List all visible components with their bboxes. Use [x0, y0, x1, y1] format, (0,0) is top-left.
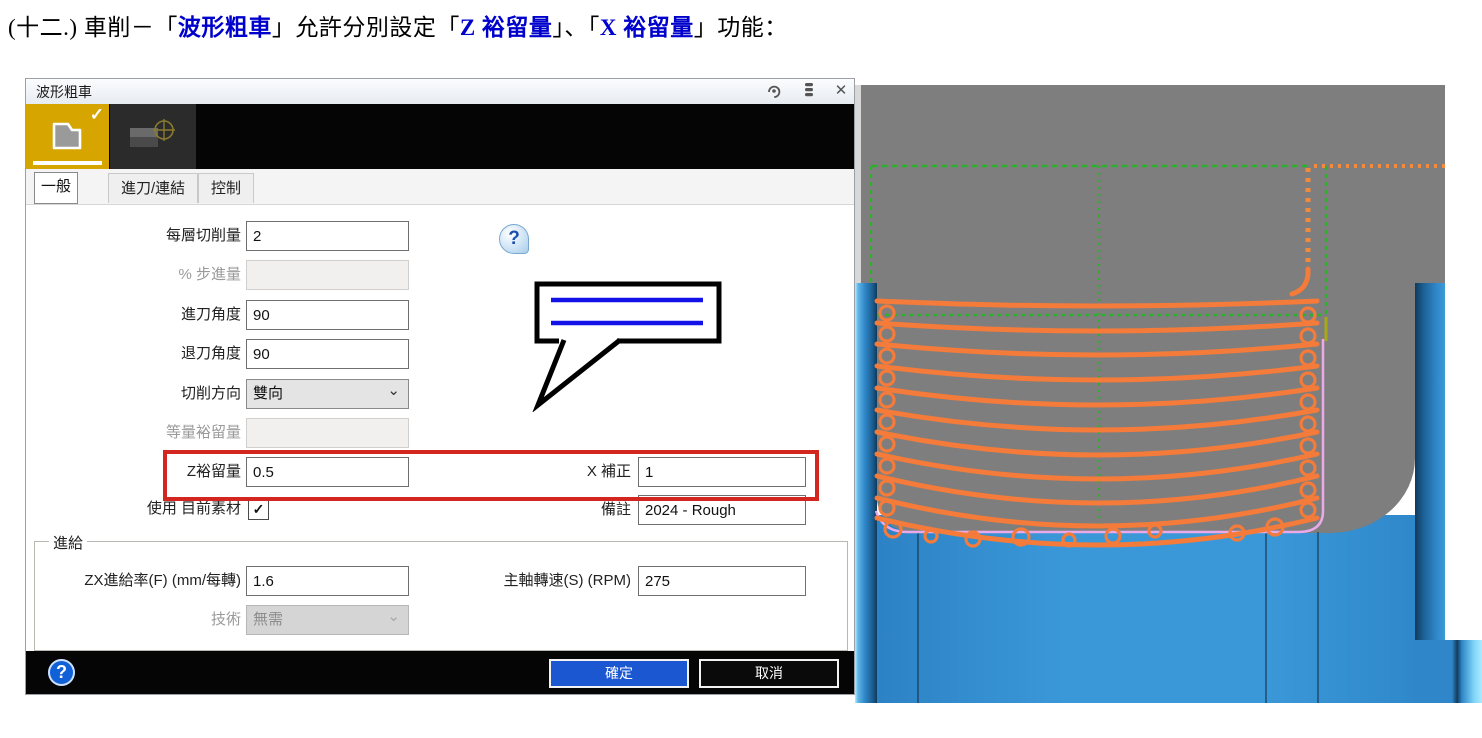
tab-control[interactable]: 控制: [198, 173, 254, 203]
label-use-current-stock: 使用 目前素材: [36, 494, 241, 524]
input-zx-feedrate[interactable]: [246, 566, 409, 596]
heading-keyword-wave-rough: 波形粗車: [178, 15, 272, 40]
input-step-percent: [246, 260, 409, 290]
check-icon: ✓: [90, 105, 104, 125]
tab-strip: 一般 進刀/連結 控制: [26, 169, 854, 205]
part-edge-line: [1265, 532, 1267, 703]
label-note: 備註: [506, 495, 631, 525]
input-lead-out-angle[interactable]: [246, 339, 409, 369]
label-lead-in-angle: 進刀角度: [36, 300, 241, 330]
select-cut-direction[interactable]: 雙向 ⌄: [246, 379, 409, 409]
use-current-stock-checkbox[interactable]: ✓: [248, 499, 269, 520]
wave-rough-turning-dialog: 波形粗車 ✕ ✓ 一般 進刀/連結 控制: [25, 78, 855, 695]
part-edge-line: [1317, 532, 1319, 703]
checkmark-icon: ✓: [253, 501, 265, 517]
label-x-compensation: X 補正: [506, 457, 631, 487]
chevron-down-icon: ⌄: [387, 603, 400, 631]
label-zx-feedrate: ZX進給率(F) (mm/每轉): [31, 566, 241, 596]
3d-simulation-viewport[interactable]: [855, 85, 1482, 703]
annotation-speech-bubble: [531, 274, 731, 412]
chevron-down-icon: ⌄: [387, 377, 400, 405]
document-icon: [48, 118, 86, 154]
heading-text: (十二.) 車削－「: [8, 15, 178, 40]
dialog-ribbon: ✓: [26, 104, 854, 169]
input-z-allowance[interactable]: [246, 457, 409, 487]
close-icon[interactable]: ✕: [830, 82, 852, 100]
tool-icon: [128, 118, 180, 156]
input-lead-in-angle[interactable]: [246, 300, 409, 330]
tab-general[interactable]: 一般: [34, 172, 78, 204]
part-edge-line: [917, 532, 919, 703]
select-technology: 無需 ⌄: [246, 605, 409, 635]
pin-icon[interactable]: [763, 82, 785, 100]
dialog-titlebar: 波形粗車 ✕: [26, 79, 854, 105]
feed-group-title: 進給: [49, 532, 87, 553]
dialog-title: 波形粗車: [36, 82, 92, 102]
part-bottom-flange: [1415, 640, 1482, 703]
select-cut-direction-value: 雙向: [253, 385, 283, 402]
help-icon[interactable]: ?: [48, 659, 75, 686]
input-spindle-speed[interactable]: [638, 566, 806, 596]
options-menu-icon[interactable]: [798, 82, 820, 100]
input-x-compensation[interactable]: [638, 457, 806, 487]
heading-keyword-x-allowance: X 裕留量: [600, 15, 694, 40]
page-heading: (十二.) 車削－「波形粗車」允許分別設定「Z 裕留量」、「X 裕留量」功能：: [8, 8, 1108, 42]
help-balloon-icon[interactable]: ?: [499, 224, 529, 254]
label-lead-out-angle: 退刀角度: [36, 339, 241, 369]
select-technology-value: 無需: [253, 611, 283, 628]
part-left-wall: [855, 283, 877, 703]
label-z-allowance: Z裕留量: [36, 457, 241, 487]
geometry-page-tile-selected[interactable]: ✓: [26, 104, 109, 169]
cancel-button[interactable]: 取消: [699, 659, 839, 688]
tool-tile[interactable]: [110, 104, 196, 169]
label-technology: 技術: [36, 605, 241, 635]
label-equal-allowance: 等量裕留量: [36, 418, 241, 448]
part-bottom-block: [877, 515, 1415, 703]
dialog-button-bar: ? 確定 取消: [26, 651, 854, 694]
label-spindle-speed: 主軸轉速(S) (RPM): [406, 566, 631, 596]
stock-top-block: [861, 85, 1445, 283]
stock-pocket-block: [877, 283, 1415, 533]
input-note[interactable]: [638, 495, 806, 525]
tab-lead-link[interactable]: 進刀/連結: [108, 173, 198, 203]
input-cut-per-layer[interactable]: [246, 221, 409, 251]
label-step-percent: % 步進量: [36, 260, 241, 290]
input-equal-allowance: [246, 418, 409, 448]
ok-button[interactable]: 確定: [549, 659, 689, 688]
label-cut-per-layer: 每層切削量: [36, 221, 241, 251]
selected-underline: [33, 161, 102, 165]
heading-keyword-z-allowance: Z 裕留量: [460, 15, 553, 40]
label-cut-direction: 切削方向: [36, 379, 241, 409]
